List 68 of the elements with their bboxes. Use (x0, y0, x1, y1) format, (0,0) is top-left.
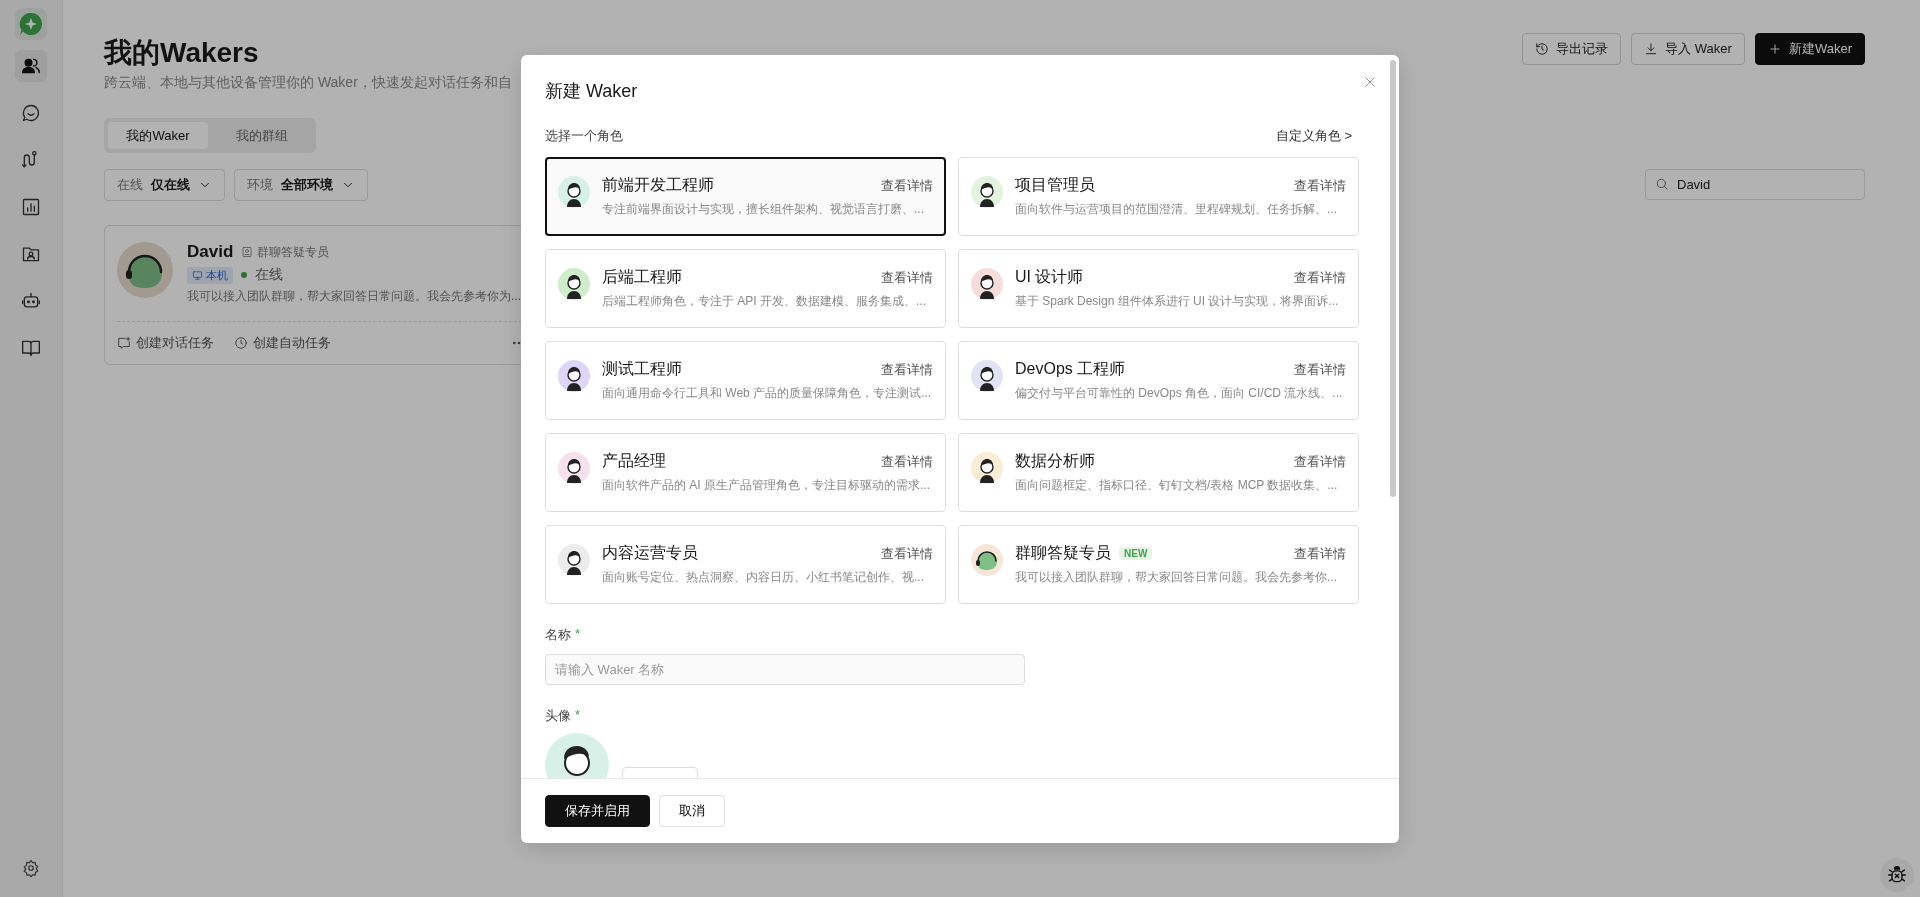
action-link[interactable]: 创建自动任务 (234, 334, 331, 352)
search-field[interactable]: David (1645, 169, 1865, 200)
waker-description: 我可以接入团队群聊，帮大家回答日常问题。我会先参考你为... (187, 288, 521, 305)
dialog-title: 新建 Waker (545, 80, 639, 103)
page-title: 我的Wakers (104, 36, 260, 70)
role-title: UI 设计师 (1015, 267, 1084, 287)
field-label: 头像 (545, 707, 571, 725)
location-tag: 本机 (187, 266, 233, 284)
role-description: 面向软件与运营项目的范围澄清、里程碑规划、任务拆解、... (1015, 201, 1338, 218)
custom-role-link[interactable]: 自定义角色 > (1275, 127, 1352, 145)
role-title: DevOps 工程师 (1015, 359, 1126, 379)
role-title: 群聊答疑专员 (1015, 543, 1111, 563)
role-description: 面向通用命令行工具和 Web 产品的质量保障角色，专注测试... (602, 385, 933, 402)
status-label: 在线 (255, 266, 283, 284)
role-title: 项目管理员 (1015, 175, 1095, 195)
create-button[interactable]: 新建Waker (1754, 33, 1865, 65)
cancel-button[interactable]: 取消 (659, 795, 725, 827)
role-card[interactable]: 内容运营专员 查看详情 面向账号定位、热点洞察、内容日历、小红书笔记创作、视... (545, 525, 946, 604)
import-button[interactable]: 导入 Waker (1631, 33, 1745, 65)
tab[interactable]: 我的群组 (212, 122, 312, 149)
action-link[interactable]: 创建对话任务 (117, 334, 214, 352)
role-card[interactable]: 数据分析师 查看详情 面向问题框定、指标口径、钉钉文档/表格 MCP 数据收集、... (958, 433, 1359, 512)
role-description: 专注前端界面设计与实现，擅长组件架构、视觉语言打磨、... (602, 201, 925, 218)
role-description: 面向软件产品的 AI 原生产品管理角色，专注目标驱动的需求... (602, 477, 931, 494)
role-card[interactable]: 测试工程师 查看详情 面向通用命令行工具和 Web 产品的质量保障角色，专注测试... (545, 341, 946, 420)
role-title: 内容运营专员 (602, 543, 698, 563)
role-card[interactable]: DevOps 工程师 查看详情 偏交付与平台可靠性的 DevOps 角色，面向 CI/CD 流水线、... (958, 341, 1359, 420)
tab[interactable]: 我的Waker (108, 122, 208, 149)
role-label: 群聊答疑专员 (257, 243, 330, 261)
details-link[interactable]: 查看详情 (1294, 360, 1346, 379)
role-card[interactable]: 前端开发工程师 查看详情 专注前端界面设计与实现，擅长组件架构、视觉语言打磨、... (545, 157, 946, 236)
role-description: 后端工程师角色，专注于 API 开发、数据建模、服务集成、... (602, 293, 927, 310)
role-card[interactable]: 群聊答疑专员 NEW 查看详情 我可以接入团队群聊，帮大家回答日常问题。我会先参考你... (958, 525, 1359, 604)
filter-dropdown[interactable]: 在线 仅在线 (104, 169, 225, 201)
role-card[interactable]: 后端工程师 查看详情 后端工程师角色，专注于 API 开发、数据建模、服务集成、... (545, 249, 946, 328)
role-title: 产品经理 (602, 451, 666, 471)
filter-dropdown[interactable]: 环境 全部环境 (234, 169, 368, 201)
role-description: 面向账号定位、热点洞察、内容日历、小红书笔记创作、视... (602, 569, 925, 586)
required-mark: * (575, 707, 581, 724)
role-description: 我可以接入团队群聊，帮大家回答日常问题。我会先参考你... (1015, 569, 1338, 586)
section-label: 选择一个角色 (545, 127, 623, 145)
required-mark: * (575, 626, 581, 643)
save-button[interactable]: 保存并启用 (545, 795, 650, 827)
role-card[interactable]: UI 设计师 查看详情 基于 Spark Design 组件体系进行 UI 设计与实现，将界面诉... (958, 249, 1359, 328)
new-badge: NEW (1119, 547, 1153, 560)
role-description: 面向问题框定、指标口径、钉钉文档/表格 MCP 数据收集、... (1015, 477, 1339, 494)
details-link[interactable]: 查看详情 (881, 544, 933, 563)
details-link[interactable]: 查看详情 (881, 360, 933, 379)
export-button[interactable]: 导出记录 (1522, 33, 1622, 65)
field-label: 名称 (545, 626, 571, 644)
role-description: 基于 Spark Design 组件体系进行 UI 设计与实现，将界面诉... (1015, 293, 1340, 310)
details-link[interactable]: 查看详情 (1294, 452, 1346, 471)
details-link[interactable]: 查看详情 (1294, 544, 1346, 563)
details-link[interactable]: 查看详情 (881, 268, 933, 287)
details-link[interactable]: 查看详情 (881, 176, 933, 195)
role-title: 后端工程师 (602, 267, 682, 287)
role-card[interactable]: 产品经理 查看详情 面向软件产品的 AI 原生产品管理角色，专注目标驱动的需求... (545, 433, 946, 512)
details-link[interactable]: 查看详情 (1294, 268, 1346, 287)
details-link[interactable]: 查看详情 (881, 452, 933, 471)
role-title: 前端开发工程师 (602, 175, 714, 195)
role-card[interactable]: 项目管理员 查看详情 面向软件与运营项目的范围澄清、里程碑规划、任务拆解、... (958, 157, 1359, 236)
details-link[interactable]: 查看详情 (1294, 176, 1346, 195)
role-title: 数据分析师 (1015, 451, 1095, 471)
role-title: 测试工程师 (602, 359, 682, 379)
role-description: 偏交付与平台可靠性的 DevOps 角色，面向 CI/CD 流水线、... (1015, 385, 1344, 402)
page-subtitle: 跨云端、本地与其他设备管理你的 Waker，快速发起对话任务和自 (104, 74, 512, 92)
name-field[interactable]: 请输入 Waker 名称 (545, 654, 1025, 685)
waker-name: David (187, 242, 234, 262)
